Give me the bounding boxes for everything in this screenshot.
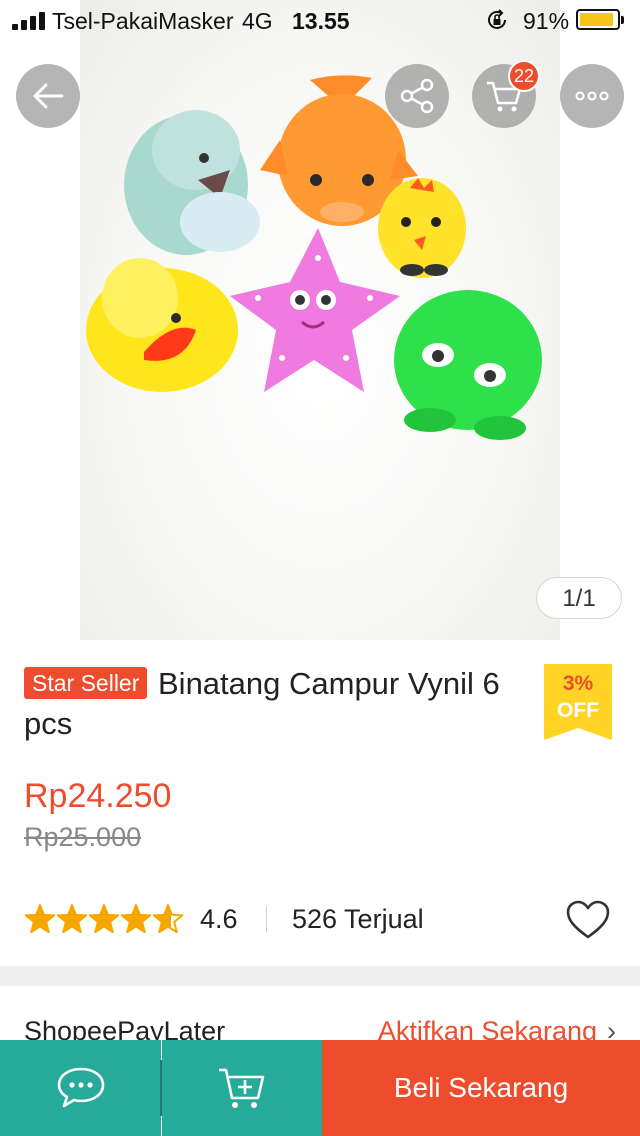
discount-off-label: OFF: [557, 699, 599, 722]
chat-icon: [57, 1067, 104, 1108]
blue-bird-toy: [124, 110, 260, 255]
product-price: Rp24.250: [24, 777, 172, 815]
product-title-block: Star Seller Binatang Campur Vynil 6 pcs: [24, 664, 524, 744]
cart-count-badge: 22: [508, 60, 540, 92]
green-frog-toy: [394, 290, 542, 440]
cart-button[interactable]: 22: [472, 60, 540, 128]
heart-outline-icon: [566, 900, 610, 939]
status-bar: Tsel-PakaiMasker 4G 13.55 91%: [0, 0, 640, 40]
share-icon: [400, 78, 434, 114]
rating-stars: [24, 904, 184, 934]
add-to-cart-button[interactable]: [162, 1040, 322, 1136]
original-price: Rp25.000: [24, 822, 142, 852]
paylater-row[interactable]: ShopeePayLater Aktifkan Sekarang ›: [0, 986, 640, 1046]
section-divider: [0, 966, 640, 986]
wishlist-button[interactable]: [564, 896, 612, 944]
discount-percent: 3%: [562, 672, 594, 695]
network-type: 4G: [242, 8, 273, 34]
rating-value: 4.6: [200, 904, 238, 934]
yellow-chick-toy: [378, 178, 466, 278]
rating-star-icon: [56, 904, 88, 934]
image-counter: 1/1: [536, 577, 622, 619]
yellow-duck-toy: [86, 258, 238, 392]
rotation-lock-icon: [488, 9, 506, 29]
battery-icon: [576, 9, 624, 30]
more-options-button[interactable]: [560, 64, 624, 128]
bottom-action-bar: Beli Sekarang: [0, 1040, 640, 1136]
chat-button[interactable]: [0, 1040, 161, 1136]
star-seller-badge: Star Seller: [24, 667, 148, 699]
product-image-gallery[interactable]: 22 1/1: [0, 0, 640, 640]
arrow-left-icon: [33, 83, 64, 109]
clock: 13.55: [292, 8, 350, 34]
discount-tag: 3% OFF: [544, 664, 612, 740]
battery-percentage: 91%: [523, 8, 570, 34]
rating-star-icon: [24, 904, 56, 934]
buy-now-button[interactable]: Beli Sekarang: [322, 1040, 640, 1136]
more-horizontal-icon: [575, 91, 609, 101]
pink-starfish-toy: [230, 228, 400, 392]
signal-strength-icon: [12, 12, 46, 30]
battery-level: [580, 13, 613, 26]
rating-star-icon: [88, 904, 120, 934]
rating-star-icon: [120, 904, 152, 934]
rating-star-icon: [152, 904, 184, 934]
carrier-name: Tsel-PakaiMasker: [52, 8, 234, 34]
back-button[interactable]: [16, 64, 80, 128]
share-button[interactable]: [385, 64, 449, 128]
rating-divider: [266, 906, 267, 932]
rating-row[interactable]: 4.6 526 Terjual: [24, 896, 616, 944]
cart-plus-icon: [219, 1068, 265, 1108]
sold-count: 526 Terjual: [292, 904, 424, 934]
